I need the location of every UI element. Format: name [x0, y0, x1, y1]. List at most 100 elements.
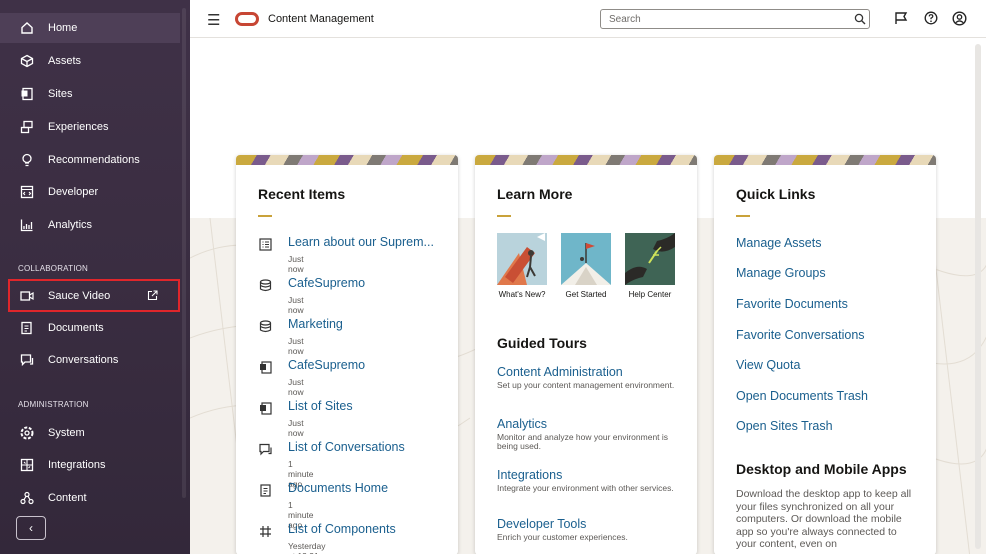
- repository-icon: [258, 278, 272, 292]
- sidebar-item-analytics[interactable]: Analytics: [0, 210, 180, 240]
- sidebar-item-label: Integrations: [48, 459, 106, 471]
- sidebar-item-recommendations[interactable]: Recommendations: [0, 145, 180, 175]
- app-title: Content Management: [268, 13, 374, 25]
- tour-item[interactable]: Analytics Monitor and analyze how your e…: [497, 417, 677, 451]
- quick-link-view-quota[interactable]: View Quota: [736, 358, 800, 372]
- sidebar-item-integrations[interactable]: Integrations: [0, 450, 180, 480]
- sidebar-item-documents[interactable]: Documents: [0, 313, 180, 343]
- help-icon[interactable]: [924, 11, 938, 30]
- sidebar-item-label: Home: [48, 22, 78, 34]
- sidebar-item-developer[interactable]: Developer: [0, 177, 180, 207]
- tour-item[interactable]: Developer Tools Enrich your customer exp…: [497, 517, 677, 542]
- recent-item-link[interactable]: List of Components: [288, 522, 396, 536]
- sidebar-item-label: Developer: [48, 186, 99, 198]
- sidebar-item-experiences[interactable]: Experiences: [0, 112, 180, 142]
- search-input[interactable]: [600, 9, 870, 29]
- recent-item-link[interactable]: CafeSupremo: [288, 276, 365, 290]
- hamburger-menu-icon[interactable]: ☰: [207, 11, 220, 29]
- quick-link-manage-assets[interactable]: Manage Assets: [736, 236, 821, 250]
- quick-link-open-documents-trash[interactable]: Open Documents Trash: [736, 389, 868, 403]
- get-started-tile[interactable]: [561, 233, 611, 285]
- tour-description: Enrich your customer experiences.: [497, 532, 628, 542]
- top-bar: ☰ Content Management: [190, 0, 986, 38]
- vertical-scrollbar[interactable]: [975, 44, 981, 549]
- tour-item[interactable]: Integrations Integrate your environment …: [497, 468, 677, 493]
- sidebar-item-label: Assets: [48, 55, 82, 67]
- content-icon: [20, 491, 34, 505]
- recent-item-link[interactable]: List of Sites: [288, 399, 353, 413]
- sidebar-item-label: Experiences: [48, 121, 109, 133]
- collaboration-section-label: COLLABORATION: [18, 264, 89, 273]
- analytics-icon: [20, 218, 34, 232]
- system-icon: [20, 426, 34, 440]
- tour-item[interactable]: Content Administration Set up your conte…: [497, 365, 677, 390]
- flag-icon[interactable]: [894, 11, 908, 30]
- quick-link-favorite-conversations[interactable]: Favorite Conversations: [736, 328, 865, 342]
- recent-item-link[interactable]: Documents Home: [288, 481, 388, 495]
- sidebar: Home Assets Sites Experiences Recommenda…: [0, 0, 190, 554]
- card-banner: [714, 155, 936, 165]
- experiences-icon: [20, 120, 34, 134]
- integrations-icon: [20, 458, 34, 472]
- documents-icon: [20, 321, 34, 335]
- repository-icon: [258, 319, 272, 333]
- whats-new-caption: What's New?: [498, 290, 546, 299]
- card-banner: [236, 155, 458, 165]
- administration-section-label: ADMINISTRATION: [18, 400, 89, 409]
- sidebar-item-system[interactable]: System: [0, 418, 180, 448]
- card-banner: [475, 155, 697, 165]
- tour-description: Set up your content management environme…: [497, 380, 675, 390]
- quick-links-title: Quick Links: [736, 186, 816, 202]
- quick-link-favorite-documents[interactable]: Favorite Documents: [736, 297, 848, 311]
- assets-icon: [20, 54, 34, 68]
- recommendations-icon: [20, 153, 34, 167]
- guided-tours-title: Guided Tours: [497, 335, 587, 351]
- tour-link[interactable]: Content Administration: [497, 365, 677, 379]
- whats-new-tile[interactable]: [497, 233, 547, 285]
- sidebar-item-assets[interactable]: Assets: [0, 46, 180, 76]
- recent-item-time: Just now: [288, 418, 304, 438]
- site-icon: [258, 401, 272, 415]
- conversations-icon: [20, 353, 34, 367]
- tour-description: Monitor and analyze how your environment…: [497, 432, 669, 451]
- recent-item-link[interactable]: CafeSupremo: [288, 358, 365, 372]
- help-center-tile[interactable]: [625, 233, 675, 285]
- sidebar-item-home[interactable]: Home: [0, 13, 180, 43]
- sidebar-item-conversations[interactable]: Conversations: [0, 345, 180, 375]
- collapse-sidebar-button[interactable]: ‹: [16, 516, 46, 540]
- help-center-caption: Help Center: [628, 290, 672, 299]
- tour-link[interactable]: Analytics: [497, 417, 677, 431]
- recent-item-link[interactable]: Learn about our Suprem...: [288, 235, 434, 249]
- user-profile-icon[interactable]: [952, 11, 967, 31]
- sites-icon: [20, 87, 34, 101]
- learn-more-card: Learn More What's New? Get Started Help …: [475, 155, 697, 554]
- learn-more-title: Learn More: [497, 186, 573, 202]
- sidebar-item-content[interactable]: Content: [0, 483, 180, 513]
- desktop-mobile-title: Desktop and Mobile Apps: [736, 461, 907, 477]
- recent-items-title: Recent Items: [258, 186, 346, 202]
- desktop-mobile-text: Download the desktop app to keep all you…: [736, 488, 912, 550]
- recent-item-link[interactable]: List of Conversations: [288, 440, 405, 454]
- recent-item-time: Just now: [288, 254, 304, 274]
- quick-link-manage-groups[interactable]: Manage Groups: [736, 266, 826, 280]
- search-icon[interactable]: [854, 12, 866, 30]
- recent-items-card: Recent Items Learn about our Suprem... J…: [236, 155, 458, 554]
- sidebar-item-sites[interactable]: Sites: [0, 79, 180, 109]
- recent-item-time: Just now: [288, 336, 304, 356]
- sidebar-item-label: Documents: [48, 322, 104, 334]
- site-icon: [258, 360, 272, 374]
- tour-link[interactable]: Integrations: [497, 468, 677, 482]
- tour-link[interactable]: Developer Tools: [497, 517, 677, 531]
- quick-link-open-sites-trash[interactable]: Open Sites Trash: [736, 419, 833, 433]
- sidebar-item-label: Recommendations: [48, 154, 140, 166]
- conversation-icon: [258, 442, 272, 456]
- quick-links-card: Quick Links Manage Assets Manage Groups …: [714, 155, 936, 554]
- sidebar-item-label: Content: [48, 492, 87, 504]
- home-icon: [20, 21, 34, 35]
- tour-description: Integrate your environment with other se…: [497, 483, 674, 493]
- component-icon: [258, 524, 272, 538]
- developer-icon: [20, 185, 34, 199]
- sidebar-item-label: Sites: [48, 88, 73, 100]
- recent-item-time: Yesterday at 12:31 PM: [288, 541, 326, 554]
- recent-item-link[interactable]: Marketing: [288, 317, 343, 331]
